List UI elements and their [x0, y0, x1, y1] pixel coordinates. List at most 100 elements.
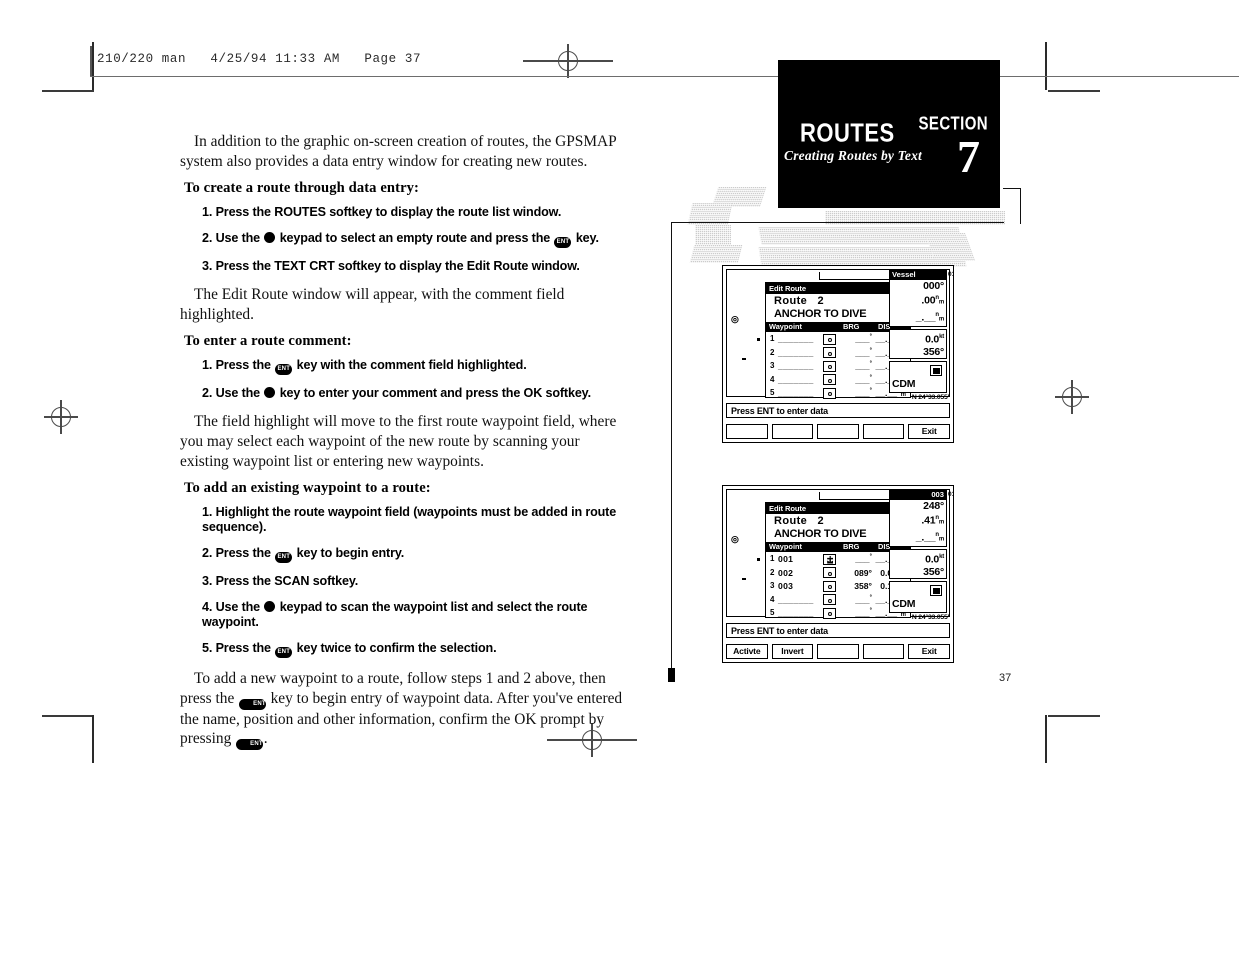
waypoint-name[interactable]: _______	[778, 608, 814, 618]
waypoint-name[interactable]: _______	[778, 361, 814, 371]
bearing-value: ___°	[855, 608, 872, 619]
step-number: 3.	[202, 574, 213, 589]
data-panel-speed: 0.0kt 356°	[889, 329, 947, 359]
waypoint-name[interactable]: _______	[778, 388, 814, 398]
waypoint-symbol-icon[interactable]	[823, 607, 836, 619]
bearing-value: ___°	[855, 374, 872, 385]
list-item: 1. Press the ENT key with the comment fi…	[180, 358, 632, 376]
registration-mark-top	[523, 44, 613, 78]
softkey-exit[interactable]: Exit	[908, 644, 950, 659]
column-brg: BRG	[843, 542, 860, 551]
step-number: 2.	[202, 546, 213, 561]
keypad-icon	[264, 601, 276, 613]
paragraph-edit-window: The Edit Route window will appear, with …	[180, 286, 565, 323]
waypoint-name[interactable]: 003	[778, 581, 793, 591]
softkey-4[interactable]	[862, 424, 905, 439]
step-text: Use the	[215, 231, 264, 246]
gps-screen-edit-route-empty: 012 ◎ Edit Route Route 2 ANCHOR TO DIVE …	[722, 265, 954, 443]
softkey-3[interactable]	[817, 424, 859, 439]
steps-create-route: 1. Press the ROUTES softkey to display t…	[180, 205, 632, 274]
waypoint-symbol-icon[interactable]	[823, 387, 836, 399]
waypoint-name[interactable]: _______	[778, 334, 814, 344]
softkey-1[interactable]	[726, 424, 768, 439]
softkey-bar: Exit	[726, 424, 950, 439]
softkey-4[interactable]	[862, 644, 905, 659]
step-number: 2.	[202, 386, 213, 401]
data-panel-speed: 0.0kt 356°	[889, 549, 947, 579]
section-tab-title: ROUTES	[800, 118, 895, 148]
list-item: 2. Use the key to enter your comment and…	[180, 386, 632, 401]
data-panel-vessel: Vessel 000° .00nm _.__nm	[889, 269, 947, 327]
ent-key-icon: ENT	[275, 552, 293, 564]
bearing-value: ___°	[855, 554, 872, 564]
paragraph-new-waypoint: To add a new waypoint to a route, follow…	[180, 669, 632, 751]
chart-area: 012 ◎ Edit Route Route 2 ANCHOR TO DIVE …	[726, 269, 953, 399]
step-text: Press the	[215, 641, 275, 656]
body-column: In addition to the graphic on-screen cre…	[180, 132, 632, 759]
registration-mark-left	[44, 400, 78, 434]
waypoint-symbol-icon[interactable]	[823, 347, 836, 359]
waypoint-symbol-icon[interactable]	[823, 580, 836, 592]
step-number: 3.	[202, 259, 213, 274]
data-panel-mode: CDM	[889, 581, 947, 613]
slug-rule	[90, 46, 92, 76]
step-number: 2.	[202, 231, 213, 246]
panel-value-mode: CDM	[892, 598, 916, 610]
waypoint-name[interactable]: _______	[778, 348, 814, 358]
waypoint-symbol-icon[interactable]	[823, 567, 836, 579]
softkey-2[interactable]	[771, 424, 814, 439]
route-label: Route	[774, 515, 808, 527]
gps-screen-edit-route-filled: 012 ◎ Edit Route Route 2 ANCHOR TO DIVE …	[722, 485, 954, 663]
step-text: Press the SCAN softkey.	[215, 574, 359, 589]
row-index: 4	[770, 594, 775, 604]
section-tab-number: 7	[957, 131, 980, 182]
crop-mark-top-right	[1048, 90, 1100, 92]
paragraph-text-c: .	[263, 730, 268, 748]
softkey-activate[interactable]: Activte	[726, 644, 768, 659]
softkey-exit[interactable]: Exit	[908, 424, 950, 439]
heading-create-route: To create a route through data entry:	[184, 180, 420, 197]
waypoint-name[interactable]: 002	[778, 568, 793, 578]
row-index: 4	[770, 374, 775, 384]
ent-key-icon: ENT	[554, 237, 572, 249]
scale-label: 012	[948, 491, 953, 498]
softkey-3[interactable]	[817, 644, 859, 659]
steps-add-waypoint: 1. Highlight the route waypoint field (w…	[180, 505, 632, 659]
waypoint-symbol-icon[interactable]	[823, 333, 836, 345]
step-text: Use the	[215, 386, 264, 401]
panel-value-heading: 356°	[923, 345, 944, 358]
step-text-post: key to begin entry.	[293, 546, 405, 561]
anchor-symbol-icon[interactable]	[823, 553, 836, 565]
step-text-post: key twice to confirm the selection.	[293, 641, 497, 656]
ent-key-icon: ENT	[275, 364, 293, 376]
waypoint-name[interactable]: _______	[778, 375, 814, 385]
waypoint-symbol-icon[interactable]	[823, 360, 836, 372]
list-item: 4. Use the keypad to scan the waypoint l…	[180, 600, 632, 630]
panel-value-speed: 0.0kt	[925, 553, 944, 566]
step-number: 4.	[202, 600, 213, 615]
chart-icon	[930, 365, 942, 376]
registration-mark-right	[1055, 380, 1089, 414]
waypoint-symbol-icon[interactable]	[823, 594, 836, 606]
list-item: 3. Press the SCAN softkey.	[180, 574, 632, 589]
list-item: 3. Press the TEXT CRT softkey to display…	[180, 259, 632, 274]
crop-mark-bottom-right	[1048, 715, 1100, 717]
step-text: Press the	[215, 546, 275, 561]
waypoint-symbol-icon[interactable]	[823, 374, 836, 386]
step-text: Highlight the route waypoint field (wayp…	[202, 505, 617, 535]
printer-slug: 210/220 man 4/25/94 11:33 AM Page 37	[97, 52, 422, 66]
step-number: 1.	[202, 358, 213, 373]
waypoint-name[interactable]: _______	[778, 595, 814, 605]
waypoint-name[interactable]: 001	[778, 554, 793, 564]
scale-label: 012	[948, 271, 953, 278]
row-index: 5	[770, 388, 775, 398]
data-panel-waypoint: 003 248° .41nm _.__nm	[889, 489, 947, 547]
crop-tick-top-right	[1045, 42, 1047, 90]
paragraph-field-highlight: The field highlight will move to the fir…	[180, 413, 617, 470]
step-number: 1.	[202, 205, 213, 220]
ent-key-icon: ENT	[239, 698, 266, 710]
step-text: Use the	[215, 600, 264, 615]
data-panel-mode: CDM	[889, 361, 947, 393]
row-index: 1	[770, 554, 775, 563]
softkey-invert[interactable]: Invert	[771, 644, 814, 659]
